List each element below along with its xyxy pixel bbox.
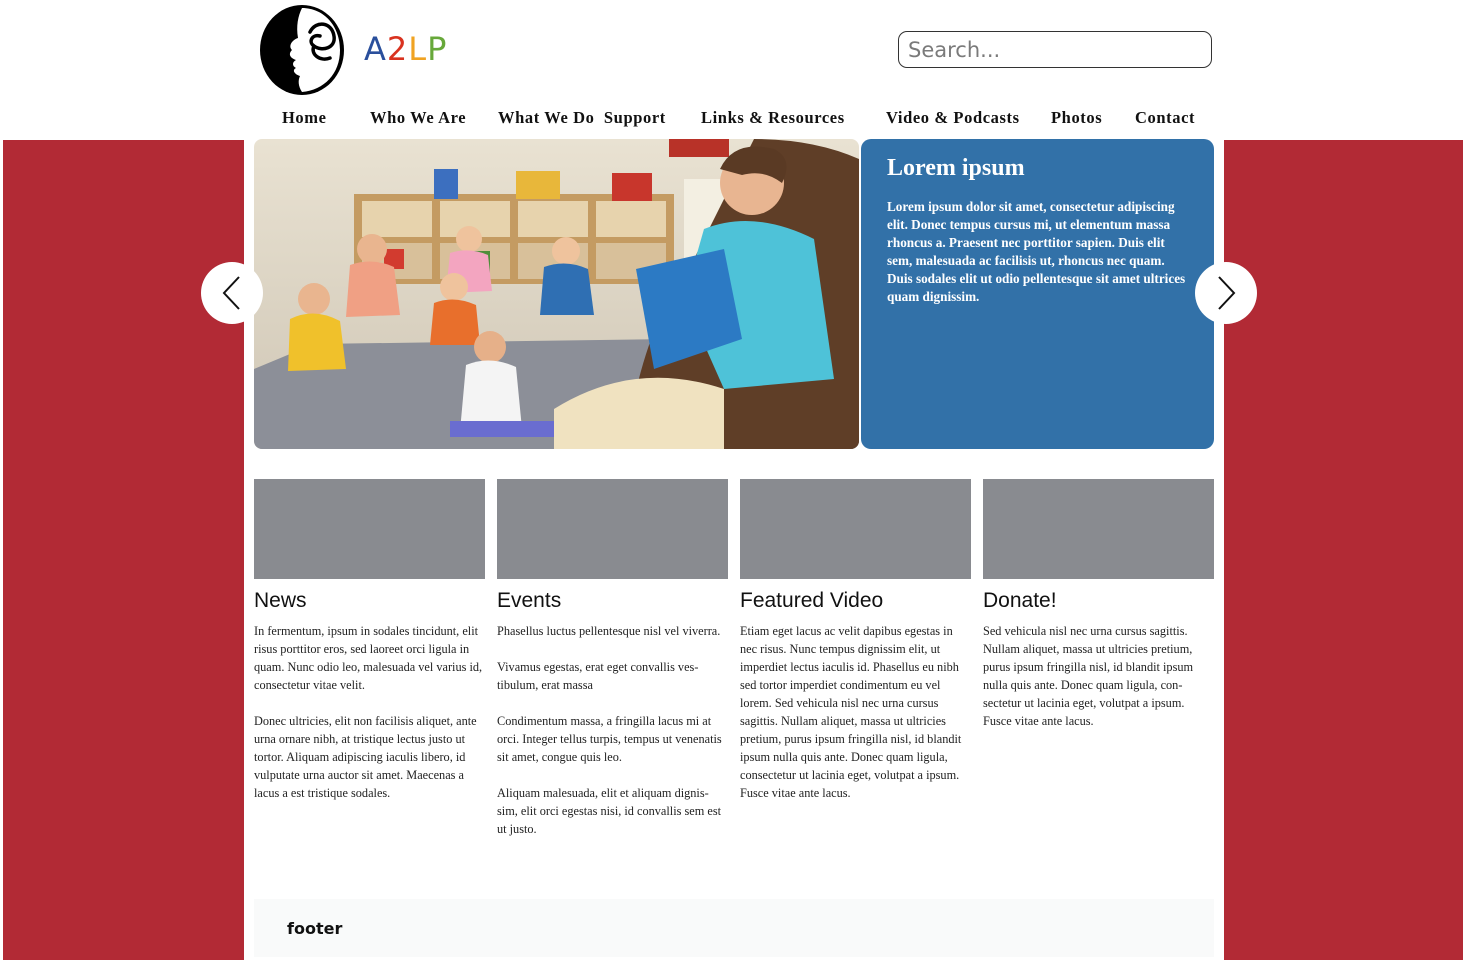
events-heading[interactable]: Events [497,588,728,614]
carousel-prev-button[interactable] [201,262,263,324]
hero-card: Lorem ipsum Lorem ipsum dolor sit amet, … [861,139,1214,449]
donate-heading[interactable]: Donate! [983,588,1214,614]
main-nav: Home Who We Are What We Do Support Links… [0,108,1466,132]
footer-label: footer [287,919,343,938]
search-box[interactable] [898,31,1212,68]
events-paragraph: Phasellus luctus pellentesque nisl vel v… [497,624,721,638]
donate-paragraph: Sed vehicula nisl nec urna cursus sagitt… [983,624,1194,728]
featured-video-heading[interactable]: Featured Video [740,588,971,614]
events-paragraph: Condimentum massa, a fringilla lacus mi … [497,714,722,764]
brand-letter: P [427,30,448,68]
nav-what-we-do-support[interactable]: What We Do Support [498,108,666,128]
nav-photos[interactable]: Photos [1051,108,1102,128]
events-paragraph: Vivamus egestas, erat eget convallis ves… [497,660,699,692]
news-body: In fermentum, ipsum in sodales tincidunt… [254,622,485,802]
chevron-right-icon [1218,276,1236,310]
nav-video-podcasts[interactable]: Video & Podcasts [886,108,1020,128]
news-thumbnail[interactable] [254,479,485,579]
nav-links-resources[interactable]: Links & Resources [701,108,845,128]
footer: footer [254,899,1214,957]
brand-letter: A [364,30,387,68]
featured-video-thumbnail[interactable] [740,479,971,579]
brand-letter: 2 [386,30,409,68]
hero-title: Lorem ipsum [887,155,1025,181]
donate-thumbnail[interactable] [983,479,1214,579]
search-input[interactable] [899,37,1211,62]
brand-logo-text[interactable]: A2LP [364,30,447,70]
featured-video-column: Featured Video Etiam eget lacus ac velit… [740,479,971,820]
brand-letter: L [408,30,428,68]
chevron-left-icon [222,276,240,310]
hero-text: Lorem ipsum dolor sit amet, consectetur … [887,199,1186,304]
events-column: Events Phasellus luctus pellentesque nis… [497,479,728,856]
featured-video-paragraph: Etiam eget lacus ac velit dapibus egesta… [740,624,962,800]
nav-contact[interactable]: Contact [1135,108,1195,128]
news-paragraph: In fermentum, ipsum in sodales tincidunt… [254,624,483,692]
news-heading[interactable]: News [254,588,485,614]
donate-column: Donate! Sed vehicula nisl nec urna cursu… [983,479,1214,748]
carousel-next-button[interactable] [1195,262,1257,324]
events-paragraph: Aliquam malesuada, elit et aliquam digni… [497,786,722,836]
events-body: Phasellus luctus pellentesque nisl vel v… [497,622,728,838]
nav-home[interactable]: Home [282,108,327,128]
news-column: News In fermentum, ipsum in sodales tinc… [254,479,485,820]
logo-icon[interactable] [258,2,348,96]
donate-body: Sed vehicula nisl nec urna cursus sagitt… [983,622,1214,730]
events-thumbnail[interactable] [497,479,728,579]
news-paragraph: Donec ultricies, elit non facilisis aliq… [254,714,477,800]
hero-image [254,139,859,449]
nav-who-we-are[interactable]: Who We Are [370,108,466,128]
featured-video-body: Etiam eget lacus ac velit dapibus egesta… [740,622,971,802]
